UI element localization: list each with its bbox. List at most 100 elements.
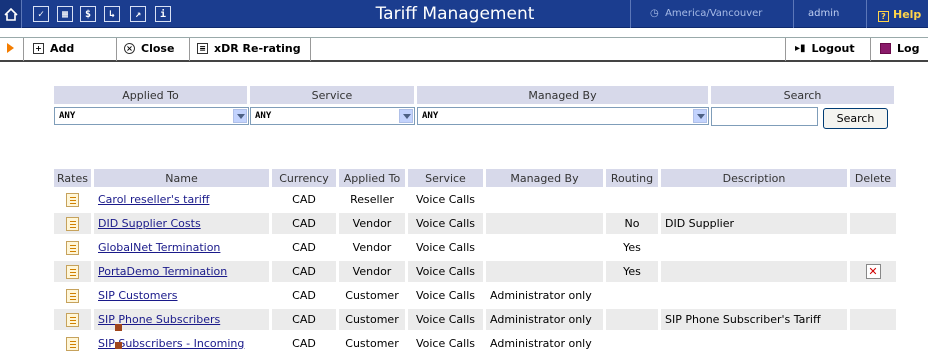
rates-cell bbox=[54, 213, 91, 234]
help-link[interactable]: ? Help bbox=[878, 8, 921, 22]
rates-cell bbox=[54, 261, 91, 282]
add-button[interactable]: + Add bbox=[33, 42, 74, 55]
currency-cell: CAD bbox=[292, 337, 316, 350]
rates-cell bbox=[54, 333, 91, 354]
description-cell bbox=[661, 261, 847, 282]
description-cell: DID Supplier bbox=[661, 213, 847, 234]
rates-icon[interactable] bbox=[66, 240, 79, 255]
name-cell: GlobalNet Termination bbox=[94, 237, 269, 258]
logout-label: Logout bbox=[811, 42, 855, 55]
cursor-marker bbox=[115, 324, 122, 331]
cursor-marker bbox=[115, 342, 122, 349]
header-divider bbox=[793, 0, 794, 28]
column-header-applied-to: Applied To bbox=[339, 169, 405, 187]
delete-icon[interactable]: ✕ bbox=[865, 264, 881, 279]
tariff-name-link[interactable]: GlobalNet Termination bbox=[98, 241, 220, 254]
description-cell bbox=[661, 285, 847, 306]
checklist-icon[interactable]: ✓ bbox=[33, 6, 49, 22]
toolbar-divider bbox=[870, 38, 871, 61]
timezone-link[interactable]: ◷ America/Vancouver bbox=[650, 8, 762, 19]
clock-icon: ◷ bbox=[650, 8, 659, 19]
tariff-name-link[interactable]: SIP Customers bbox=[98, 289, 178, 302]
routing-cell bbox=[606, 309, 658, 330]
managed-by-cell bbox=[486, 189, 603, 210]
filter-header-search: Search bbox=[711, 86, 894, 104]
applied-to-cell: Vendor bbox=[339, 261, 405, 282]
applied-to-value: ANY bbox=[59, 111, 76, 121]
search-input[interactable] bbox=[711, 107, 818, 126]
log-button[interactable]: Log bbox=[880, 42, 919, 55]
managed-by-cell: Administrator only bbox=[490, 289, 592, 302]
applied-to-select[interactable]: ANY bbox=[54, 107, 249, 125]
service-cell: Voice Calls bbox=[415, 241, 476, 254]
rates-icon[interactable] bbox=[66, 264, 79, 279]
managed-by-select[interactable]: ANY bbox=[417, 107, 709, 125]
service-cell: Voice Calls bbox=[408, 213, 483, 234]
rates-icon[interactable] bbox=[66, 192, 79, 207]
chevron-down-icon[interactable] bbox=[399, 109, 413, 123]
delete-cell bbox=[850, 285, 896, 306]
tariff-name-link[interactable]: Carol reseller's tariff bbox=[98, 193, 209, 206]
chart-icon[interactable]: ↗ bbox=[130, 6, 146, 22]
description-cell: SIP Phone Subscriber's Tariff bbox=[661, 309, 847, 330]
managed-by-value: ANY bbox=[422, 111, 439, 121]
logout-icon: ▸▮ bbox=[795, 43, 806, 54]
import-icon[interactable]: ↳ bbox=[104, 6, 120, 22]
column-header-description: Description bbox=[661, 169, 847, 187]
rerating-label: xDR Re-rating bbox=[214, 42, 301, 55]
toolbar-divider bbox=[116, 38, 117, 61]
column-header-managed-by: Managed By bbox=[486, 169, 603, 187]
description-cell bbox=[661, 333, 847, 354]
chevron-down-icon[interactable] bbox=[693, 109, 707, 123]
toolbar-divider bbox=[785, 38, 786, 61]
page-title: Tariff Management bbox=[375, 4, 535, 24]
table-row: SIP Customers CAD Customer Voice Calls A… bbox=[54, 285, 896, 306]
tariff-name-link[interactable]: PortaDemo Termination bbox=[98, 265, 227, 278]
top-header-bar: ✓ ▦ $ ↳ ↗ i Tariff Management ◷ America/… bbox=[0, 0, 928, 28]
rates-icon[interactable] bbox=[66, 312, 79, 327]
delete-cell bbox=[850, 237, 896, 258]
managed-by-cell bbox=[486, 237, 603, 258]
dollar-icon[interactable]: $ bbox=[80, 6, 96, 22]
logout-button[interactable]: ▸▮ Logout bbox=[795, 42, 855, 55]
filter-header-applied-to: Applied To bbox=[54, 86, 247, 104]
name-cell: Carol reseller's tariff bbox=[94, 189, 269, 210]
user-name[interactable]: admin bbox=[808, 8, 839, 19]
close-label: Close bbox=[141, 42, 175, 55]
grid-icon[interactable]: ▦ bbox=[57, 6, 73, 22]
rates-icon[interactable] bbox=[66, 288, 79, 303]
info-icon[interactable]: i bbox=[155, 6, 171, 22]
applied-to-cell: Vendor bbox=[339, 213, 405, 234]
service-cell: Voice Calls bbox=[415, 337, 476, 350]
xdr-rerating-button[interactable]: ≡ xDR Re-rating bbox=[197, 42, 301, 55]
tariff-name-link[interactable]: DID Supplier Costs bbox=[98, 217, 201, 230]
home-icon[interactable] bbox=[0, 0, 22, 28]
toolbar-divider bbox=[310, 38, 311, 61]
rates-icon[interactable] bbox=[66, 216, 79, 231]
column-header-delete: Delete bbox=[850, 169, 896, 187]
service-cell: Voice Calls bbox=[415, 193, 476, 206]
table-row: PortaDemo Termination CAD Vendor Voice C… bbox=[54, 261, 896, 282]
currency-cell: CAD bbox=[272, 261, 336, 282]
service-cell: Voice Calls bbox=[415, 289, 476, 302]
routing-cell bbox=[606, 189, 658, 210]
applied-to-cell: Customer bbox=[345, 337, 399, 350]
service-cell: Voice Calls bbox=[408, 261, 483, 282]
rates-cell bbox=[54, 309, 91, 330]
column-header-rates: Rates bbox=[54, 169, 91, 187]
add-label: Add bbox=[50, 42, 75, 55]
rerating-icon: ≡ bbox=[197, 43, 208, 54]
applied-to-cell: Customer bbox=[339, 309, 405, 330]
help-icon: ? bbox=[878, 11, 889, 22]
chevron-down-icon[interactable] bbox=[233, 109, 247, 123]
managed-by-cell: Administrator only bbox=[486, 309, 603, 330]
delete-cell bbox=[850, 189, 896, 210]
close-button[interactable]: × Close bbox=[124, 42, 174, 55]
service-select[interactable]: ANY bbox=[250, 107, 415, 125]
service-cell: Voice Calls bbox=[408, 309, 483, 330]
filter-header-service: Service bbox=[250, 86, 414, 104]
routing-cell bbox=[606, 333, 658, 354]
applied-to-cell: Customer bbox=[345, 289, 399, 302]
rates-icon[interactable] bbox=[66, 336, 79, 351]
search-button[interactable]: Search bbox=[823, 108, 888, 129]
